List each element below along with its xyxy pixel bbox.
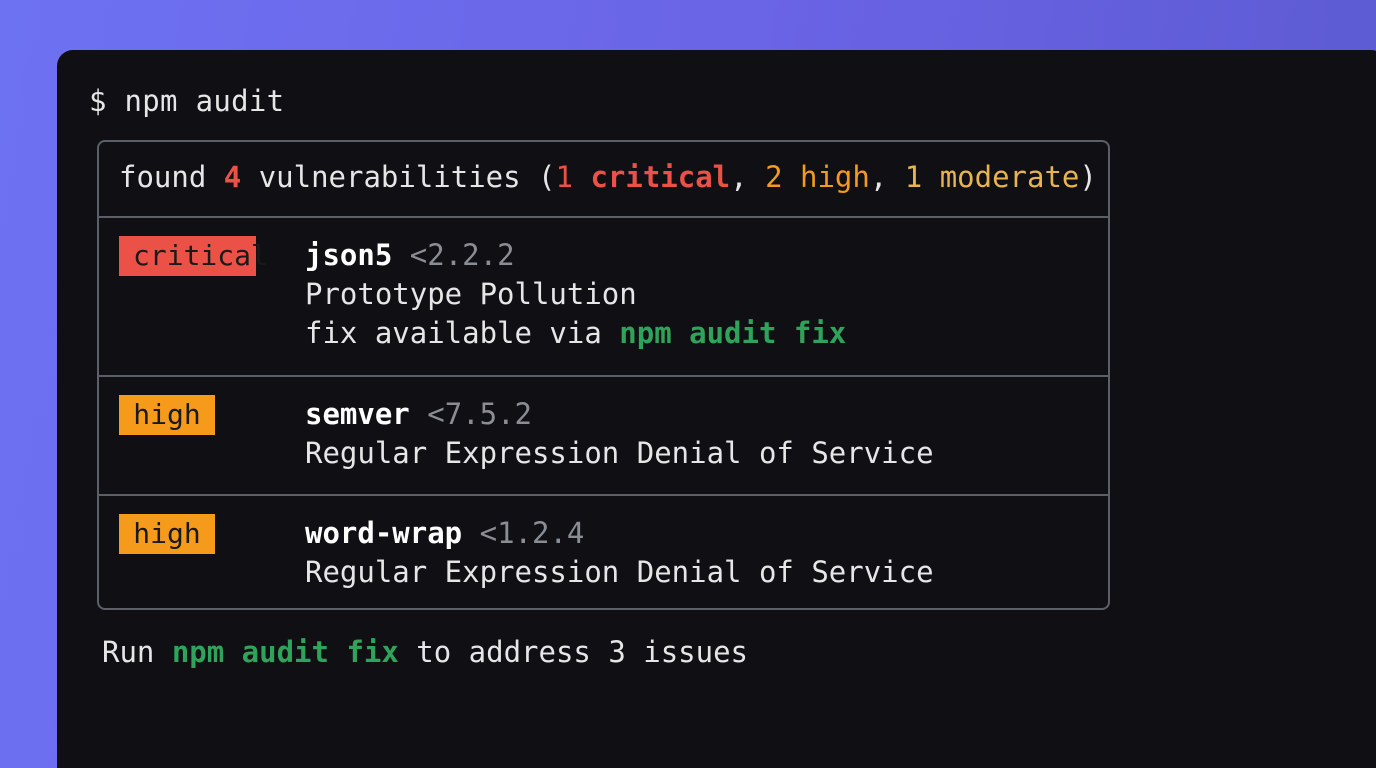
summary-high-label: high: [800, 160, 870, 194]
summary-moderate-label: moderate: [939, 160, 1080, 194]
audit-summary-row: found 4 vulnerabilities (1 critical, 2 h…: [99, 142, 1108, 218]
vulnerability-details: json5 <2.2.2 Prototype Pollution fix ava…: [305, 236, 846, 353]
summary-sep-2: ,: [869, 160, 905, 194]
fix-prefix: fix available via: [305, 316, 620, 350]
package-name: json5: [305, 238, 393, 272]
footer-prefix: Run: [102, 635, 172, 669]
fix-command: npm audit fix: [619, 316, 847, 350]
vulnerability-row: critical json5 <2.2.2 Prototype Pollutio…: [99, 218, 1108, 377]
audit-report-box: found 4 vulnerabilities (1 critical, 2 h…: [97, 140, 1110, 610]
summary-moderate-count: 1: [904, 160, 923, 194]
footer-suffix: to address 3 issues: [398, 635, 749, 669]
package-line: json5 <2.2.2: [305, 236, 846, 275]
fix-available-line: fix available via npm audit fix: [305, 314, 846, 353]
footer-fix-command: npm audit fix: [171, 635, 399, 669]
command-prompt-line: $ npm audit: [89, 84, 284, 118]
severity-badge-high: high: [119, 395, 215, 435]
vulnerability-details: word-wrap <1.2.4 Regular Expression Deni…: [305, 514, 934, 592]
vulnerability-row: high word-wrap <1.2.4 Regular Expression…: [99, 496, 1108, 608]
vulnerability-title: Prototype Pollution: [305, 277, 637, 311]
summary-prefix: found: [119, 160, 224, 194]
command-text: npm audit: [124, 84, 285, 118]
summary-total-count: 4: [223, 160, 242, 194]
summary-mid: vulnerabilities (: [241, 160, 556, 194]
package-name: semver: [305, 397, 410, 431]
terminal-window: $ npm audit found 4 vulnerabilities (1 c…: [57, 50, 1376, 768]
package-line: semver <7.5.2: [305, 395, 934, 434]
vulnerability-title: Regular Expression Denial of Service: [305, 436, 934, 470]
severity-badge-critical: critical: [119, 236, 268, 276]
package-version-range: <2.2.2: [409, 238, 515, 272]
package-line: word-wrap <1.2.4: [305, 514, 934, 553]
summary-sep-1: ,: [730, 160, 766, 194]
summary-suffix: ): [1079, 160, 1097, 194]
vulnerability-row: high semver <7.5.2 Regular Expression De…: [99, 377, 1108, 496]
summary-high-count: 2: [765, 160, 783, 194]
severity-badge-high: high: [119, 514, 215, 554]
summary-critical-label: critical: [590, 160, 731, 194]
audit-summary: found 4 vulnerabilities (1 critical, 2 h…: [119, 160, 1097, 194]
package-name: word-wrap: [305, 516, 463, 550]
package-version-range: <7.5.2: [427, 397, 532, 431]
vulnerability-title: Regular Expression Denial of Service: [305, 555, 934, 589]
fix-instruction-line: Run npm audit fix to address 3 issues: [102, 635, 748, 669]
package-version-range: <1.2.4: [479, 516, 585, 550]
vulnerability-details: semver <7.5.2 Regular Expression Denial …: [305, 395, 934, 473]
summary-critical-count: 1: [555, 160, 573, 194]
prompt-symbol: $: [89, 84, 107, 118]
